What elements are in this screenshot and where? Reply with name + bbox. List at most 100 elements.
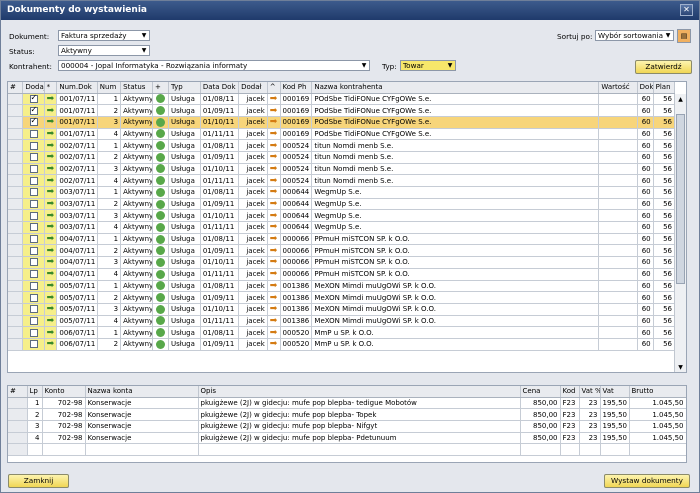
table-row[interactable]: ➡ 005/07/11 1 Aktywny Usługa 01/08/11 jacek ➡ 00…: [8, 280, 676, 293]
link-arrow-icon[interactable]: ➡: [44, 268, 58, 281]
link-arrow-icon[interactable]: ➡: [44, 139, 58, 152]
row-header[interactable]: [8, 408, 28, 421]
link-arrow-icon[interactable]: ➡: [44, 315, 58, 328]
add-checkbox-cell[interactable]: [22, 93, 45, 106]
partner-link-icon[interactable]: ➡: [267, 233, 281, 246]
table-row[interactable]: ➡ 003/07/11 4 Aktywny Usługa 01/11/11 jacek ➡ 00…: [8, 221, 676, 234]
row-header[interactable]: [8, 209, 24, 223]
zatwierdz-button[interactable]: Zatwierdź: [635, 60, 692, 74]
grid-col-header[interactable]: Kod Ph: [280, 82, 313, 94]
add-checkbox[interactable]: [29, 235, 38, 244]
partner-link-icon[interactable]: ➡: [267, 163, 281, 176]
row-header[interactable]: [8, 198, 24, 211]
add-checkbox-cell[interactable]: [22, 209, 45, 223]
row-header[interactable]: [8, 256, 24, 269]
table-row[interactable]: ➡ 005/07/11 2 Aktywny Usługa 01/09/11 jacek ➡ 00…: [8, 291, 676, 304]
link-arrow-icon[interactable]: ➡: [44, 186, 58, 199]
lines-col-header[interactable]: Cena: [520, 386, 561, 398]
status-select[interactable]: Aktywny ▼: [58, 45, 150, 56]
partner-link-icon[interactable]: ➡: [267, 186, 281, 199]
row-header[interactable]: [8, 244, 24, 258]
grid-col-header[interactable]: Num: [97, 82, 122, 94]
add-checkbox-cell[interactable]: [22, 291, 45, 304]
link-arrow-icon[interactable]: ➡: [44, 233, 58, 246]
add-checkbox[interactable]: [29, 141, 38, 150]
grid-col-header[interactable]: Nazwa kontrahenta: [311, 82, 600, 94]
row-header[interactable]: [8, 93, 24, 106]
lines-col-header[interactable]: Kod: [560, 386, 580, 398]
table-row[interactable]: ➡ 004/07/11 2 Aktywny Usługa 01/09/11 jacek ➡ 00…: [8, 244, 676, 258]
row-header[interactable]: [8, 280, 24, 293]
row-header[interactable]: [8, 432, 28, 445]
scroll-up-icon[interactable]: ▲: [676, 95, 685, 104]
table-row[interactable]: ➡001/07/111AktywnyUsługa01/08/11jacek➡00…: [8, 93, 676, 106]
link-arrow-icon[interactable]: ➡: [44, 291, 58, 304]
add-checkbox[interactable]: [29, 316, 38, 325]
add-checkbox-cell[interactable]: [22, 256, 45, 269]
link-arrow-icon[interactable]: ➡: [44, 280, 58, 293]
grid-col-header[interactable]: Data Dok: [200, 82, 240, 94]
table-row[interactable]: 2 702-98 Konserwacje pkuigżewe (2J) w gidec…: [8, 408, 686, 421]
table-row[interactable]: ➡ 004/07/11 3 Aktywny Usługa 01/10/11 jacek ➡ 00…: [8, 256, 676, 269]
row-header[interactable]: [8, 315, 24, 328]
partner-link-icon[interactable]: ➡: [267, 268, 281, 281]
row-header[interactable]: [8, 163, 24, 176]
lines-col-header[interactable]: Vat %: [579, 386, 601, 398]
link-arrow-icon[interactable]: ➡: [44, 104, 58, 117]
partner-link-icon[interactable]: ➡: [267, 151, 281, 164]
link-arrow-icon[interactable]: ➡: [44, 93, 58, 106]
table-row[interactable]: ➡ 002/07/11 4 Aktywny Usługa 01/11/11 jacek ➡ 00…: [8, 174, 676, 187]
kontrahent-select[interactable]: 000004 - Jopal Informatyka - Rozwiązania…: [58, 60, 370, 71]
add-checkbox-cell[interactable]: [22, 303, 45, 316]
add-checkbox-cell[interactable]: [22, 174, 45, 187]
add-checkbox[interactable]: [29, 200, 38, 209]
link-arrow-icon[interactable]: ➡: [44, 244, 58, 258]
grid-col-header[interactable]: Plan: [653, 82, 676, 94]
link-arrow-icon[interactable]: ➡: [44, 163, 58, 176]
add-checkbox-cell[interactable]: [22, 139, 45, 152]
add-checkbox[interactable]: [29, 246, 38, 255]
partner-link-icon[interactable]: ➡: [267, 244, 281, 258]
add-checkbox-cell[interactable]: [22, 151, 45, 164]
partner-link-icon[interactable]: ➡: [267, 338, 281, 351]
add-checkbox[interactable]: [29, 188, 38, 197]
link-arrow-icon[interactable]: ➡: [44, 174, 58, 187]
add-checkbox-cell[interactable]: [22, 128, 45, 141]
add-checkbox-cell[interactable]: [22, 268, 45, 281]
wystaw-dokumenty-button[interactable]: Wystaw dokumenty: [604, 474, 690, 488]
grid-col-header[interactable]: Wartość: [598, 82, 638, 94]
add-checkbox-cell[interactable]: [22, 244, 45, 258]
row-header[interactable]: [8, 291, 24, 304]
close-icon[interactable]: ✕: [680, 4, 693, 16]
partner-link-icon[interactable]: ➡: [267, 221, 281, 234]
grid-col-header[interactable]: Typ: [168, 82, 201, 94]
table-row[interactable]: 1 702-98 Konserwacje pkuigżewe (2J) w gidec…: [8, 397, 686, 410]
partner-link-icon[interactable]: ➡: [267, 280, 281, 293]
add-checkbox-cell[interactable]: [22, 116, 45, 129]
add-checkbox[interactable]: [29, 93, 38, 103]
partner-link-icon[interactable]: ➡: [267, 315, 281, 328]
dokument-select[interactable]: Faktura sprzedaży ▼: [58, 30, 150, 41]
add-checkbox[interactable]: [29, 305, 38, 314]
table-row[interactable]: ➡ 004/07/11 4 Aktywny Usługa 01/11/11 jacek ➡ 00…: [8, 268, 676, 281]
add-checkbox-cell[interactable]: [22, 186, 45, 199]
add-checkbox[interactable]: [29, 116, 38, 127]
add-checkbox[interactable]: [29, 281, 38, 290]
add-checkbox[interactable]: [29, 153, 38, 162]
link-arrow-icon[interactable]: ➡: [44, 256, 58, 269]
row-header[interactable]: [8, 174, 24, 187]
grid-col-header[interactable]: +: [152, 82, 169, 94]
partner-link-icon[interactable]: ➡: [267, 256, 281, 269]
link-arrow-icon[interactable]: ➡: [44, 128, 58, 141]
add-checkbox[interactable]: [29, 270, 38, 279]
link-arrow-icon[interactable]: ➡: [44, 303, 58, 316]
grid-col-header[interactable]: Dodał: [238, 82, 268, 94]
lines-col-header[interactable]: Opis: [198, 386, 521, 398]
partner-link-icon[interactable]: ➡: [267, 93, 281, 106]
table-row[interactable]: ➡ 003/07/11 1 Aktywny Usługa 01/08/11 jacek ➡ 00…: [8, 186, 676, 199]
table-row[interactable]: ➡ 005/07/11 4 Aktywny Usługa 01/11/11 jacek ➡ 00…: [8, 315, 676, 328]
zamknij-button[interactable]: Zamknij: [8, 474, 69, 488]
partner-link-icon[interactable]: ➡: [267, 209, 281, 223]
row-header[interactable]: [8, 303, 24, 316]
table-row[interactable]: ➡001/07/112AktywnyUsługa01/09/11jacek➡00…: [8, 104, 676, 117]
